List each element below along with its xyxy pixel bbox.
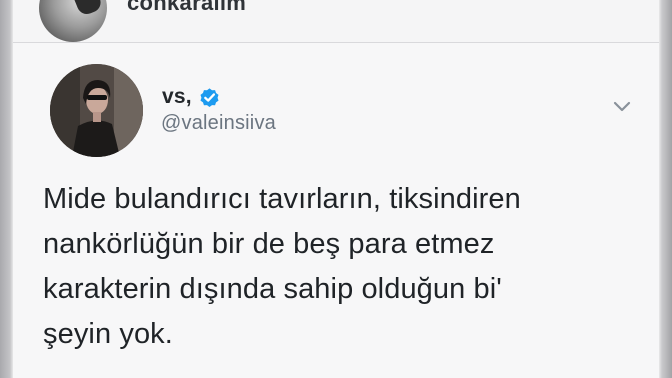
tweet-text-line: Mide bulandırıcı tavırların, tiksindiren: [43, 183, 521, 215]
tweet-text: Mide bulandırıcı tavırların, tiksindiren…: [43, 177, 643, 357]
verified-badge-icon: [200, 87, 219, 107]
tweet-text-line: nankörlüğün bir de beş para etmez: [43, 228, 495, 260]
tweet-text-line: karakterin dışında sahip olduğun bi': [43, 273, 502, 305]
tweet-card: conkaralım vs, @valeinsiiva Mide bulandı…: [13, 0, 659, 378]
profile-photo: [50, 64, 143, 157]
author-handle[interactable]: @valeinsiiva: [161, 112, 276, 135]
previous-tweet[interactable]: conkaralım: [13, 0, 659, 43]
previous-tweet-name: conkaralım: [127, 0, 247, 15]
avatar[interactable]: [50, 64, 143, 157]
author-name-row[interactable]: vs,: [162, 84, 221, 110]
screen-frame: conkaralım vs, @valeinsiiva Mide bulandı…: [0, 0, 672, 378]
display-name[interactable]: vs,: [162, 85, 192, 109]
tweet-text-line: şeyin yok.: [43, 318, 173, 350]
previous-tweet-avatar[interactable]: [39, 0, 107, 42]
chevron-down-icon[interactable]: [609, 94, 635, 120]
